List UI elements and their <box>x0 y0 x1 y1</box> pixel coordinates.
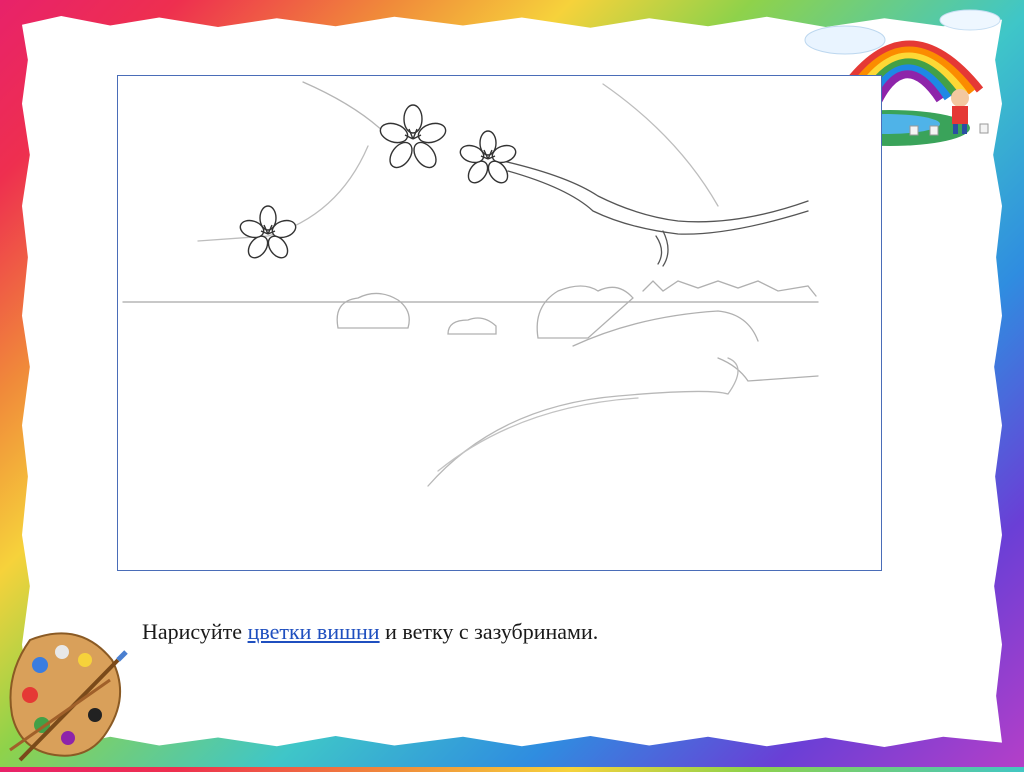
paint-palette-icon <box>0 620 140 767</box>
drawing-frame <box>117 75 882 571</box>
instruction-after: и ветку с зазубринами. <box>379 619 599 644</box>
cherry-blossoms-link[interactable]: цветки вишни <box>248 619 380 644</box>
instruction-before: Нарисуйте <box>142 619 248 644</box>
instruction-text: Нарисуйте цветки вишни и ветку с зазубри… <box>142 619 598 645</box>
landscape-sketch <box>122 81 819 487</box>
